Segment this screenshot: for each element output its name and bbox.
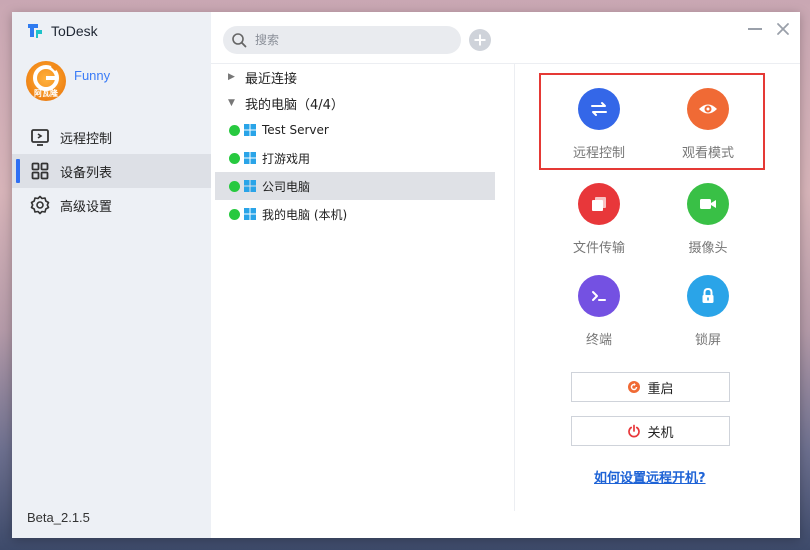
swap-arrows-icon: [591, 102, 607, 116]
sidebar-item-label: 高级设置: [60, 199, 113, 215]
device-name: Test Server: [262, 123, 329, 137]
action-lock-screen[interactable]: 锁屏: [653, 275, 763, 348]
device-item[interactable]: 我的电脑 (本机): [215, 200, 495, 228]
action-file-transfer[interactable]: 文件传输: [544, 183, 654, 256]
chevron-right-icon[interactable]: ▶: [228, 72, 236, 82]
sidebar: ToDesk 阿瓦隆 Funny 远程控制 设备列表 高级设置 Beta_2.1…: [12, 12, 211, 538]
restart-button[interactable]: 重启: [571, 372, 730, 402]
device-tree: ▶ 最近连接 ▼ 我的电脑（4/4） Test Server 打游戏用 公司电脑…: [215, 64, 495, 228]
action-terminal[interactable]: 终端: [544, 275, 654, 348]
device-item[interactable]: Test Server: [215, 116, 495, 144]
files-icon: [592, 197, 606, 211]
action-label: 锁屏: [694, 333, 721, 348]
device-item-selected[interactable]: 公司电脑: [215, 172, 495, 200]
minimize-button[interactable]: [748, 28, 762, 30]
avatar[interactable]: 阿瓦隆: [26, 61, 66, 101]
monitor-icon: [31, 129, 49, 146]
action-icon-circle[interactable]: [687, 183, 729, 225]
action-icon-circle[interactable]: [687, 275, 729, 317]
add-device-button[interactable]: [469, 29, 491, 51]
action-label: 文件传输: [572, 241, 625, 256]
close-icon[interactable]: [774, 20, 792, 38]
action-view-mode[interactable]: 观看模式: [653, 88, 763, 161]
windows-icon: [244, 152, 256, 164]
video-camera-icon: [700, 199, 716, 209]
online-status-dot: [229, 124, 240, 136]
restart-icon: [628, 381, 641, 393]
todesk-logo-icon: [28, 24, 42, 38]
restart-label: 重启: [647, 381, 674, 397]
username[interactable]: Funny: [74, 68, 110, 83]
online-status-dot: [229, 180, 240, 192]
shutdown-button[interactable]: 关机: [571, 416, 730, 446]
chevron-down-icon[interactable]: ▼: [228, 98, 236, 108]
sidebar-item-remote-control[interactable]: 远程控制: [12, 120, 211, 154]
search-box[interactable]: [223, 26, 461, 54]
tree-group-label: 我的电脑（4/4）: [245, 97, 344, 113]
power-icon: [628, 424, 641, 438]
sidebar-item-label: 远程控制: [60, 131, 113, 147]
online-status-dot: [229, 152, 240, 164]
terminal-icon: [592, 291, 606, 301]
sidebar-item-label: 设备列表: [60, 165, 113, 181]
sidebar-item-device-list[interactable]: 设备列表: [12, 154, 211, 188]
avatar-text: 阿瓦隆: [34, 89, 58, 98]
sidebar-item-advanced-settings[interactable]: 高级设置: [12, 188, 211, 222]
todesk-window: ToDesk 阿瓦隆 Funny 远程控制 设备列表 高级设置 Beta_2.1…: [12, 12, 800, 538]
search-input[interactable]: [255, 33, 445, 47]
device-name: 公司电脑: [262, 179, 311, 194]
action-remote-control[interactable]: 远程控制: [544, 88, 654, 161]
search-icon: [232, 33, 247, 48]
windows-icon: [244, 124, 256, 136]
action-label: 观看模式: [681, 146, 734, 161]
action-icon-circle[interactable]: [578, 183, 620, 225]
tree-group-recent[interactable]: ▶ 最近连接: [215, 64, 495, 90]
action-icon-circle[interactable]: [578, 275, 620, 317]
windows-icon: [244, 180, 256, 192]
action-label: 终端: [585, 333, 612, 348]
brand: ToDesk: [26, 22, 98, 40]
grid-icon: [31, 162, 49, 180]
panel-divider: [514, 64, 515, 511]
windows-icon: [244, 208, 256, 220]
gear-icon: [30, 195, 50, 215]
device-name: 我的电脑 (本机): [262, 207, 348, 222]
lock-icon: [702, 287, 714, 303]
device-item[interactable]: 打游戏用: [215, 144, 495, 172]
device-name: 打游戏用: [262, 151, 311, 166]
online-status-dot: [229, 208, 240, 220]
eye-icon: [699, 104, 717, 114]
action-camera[interactable]: 摄像头: [653, 183, 763, 256]
action-label: 摄像头: [688, 241, 728, 256]
tree-group-my-computers[interactable]: ▼ 我的电脑（4/4）: [215, 90, 495, 116]
tree-group-label: 最近连接: [245, 71, 298, 87]
version-label: Beta_2.1.5: [27, 510, 90, 525]
sidebar-nav: 远程控制 设备列表 高级设置: [12, 120, 211, 222]
shutdown-label: 关机: [647, 425, 674, 441]
remote-wake-help-link[interactable]: 如何设置远程开机?: [594, 467, 706, 486]
action-icon-circle[interactable]: [578, 88, 620, 130]
app-name: ToDesk: [51, 23, 98, 39]
action-label: 远程控制: [572, 146, 625, 161]
action-icon-circle[interactable]: [687, 88, 729, 130]
